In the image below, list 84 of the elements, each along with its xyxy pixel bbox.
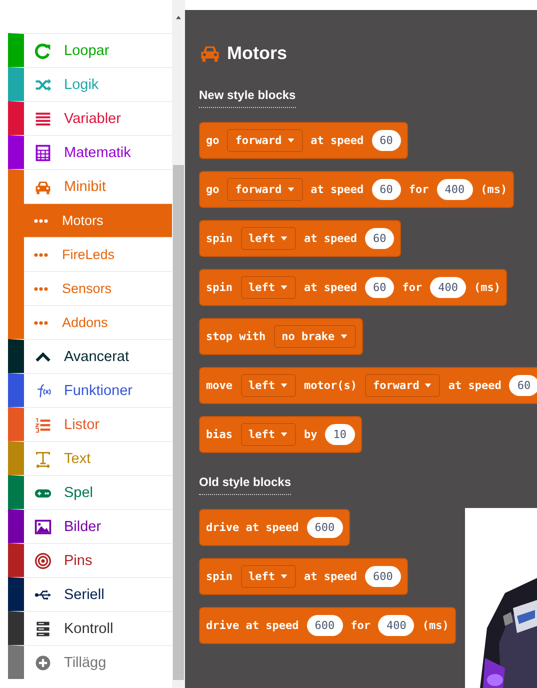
category-item[interactable]: Bilder — [8, 509, 172, 543]
dots-icon — [34, 286, 48, 290]
number-input[interactable]: 600 — [364, 566, 401, 587]
numbered-list-icon — [34, 416, 52, 434]
block-label: at speed — [448, 379, 502, 392]
caret-icon — [424, 383, 432, 388]
block-label: for — [402, 281, 422, 294]
number-input[interactable]: 600 — [306, 517, 343, 538]
block-label: (ms) — [474, 281, 500, 294]
caret-icon — [340, 334, 348, 339]
scroll-up-icon[interactable] — [175, 15, 182, 20]
loop-icon — [34, 42, 52, 60]
dots-icon — [34, 320, 48, 324]
caret-icon — [280, 285, 288, 290]
target-icon — [34, 552, 52, 570]
code-block[interactable]: drive at speed 600 — [199, 509, 350, 546]
code-block[interactable]: bias left by 10 — [199, 416, 362, 453]
number-input[interactable]: 600 — [306, 615, 343, 636]
category-item[interactable]: Pins — [8, 543, 172, 577]
scrollbar-thumb[interactable] — [173, 165, 184, 680]
category-item[interactable]: Funktioner — [8, 373, 172, 407]
number-input[interactable]: 60 — [364, 228, 394, 249]
category-item[interactable]: Seriell — [8, 577, 172, 611]
block-label: bias — [206, 428, 232, 441]
number-input[interactable]: 400 — [436, 179, 473, 200]
category-item[interactable]: Variabler — [8, 101, 172, 135]
block-label: drive at speed — [206, 521, 299, 534]
number-input[interactable]: 60 — [364, 277, 394, 298]
block-label: move — [206, 379, 232, 392]
block-label: by — [304, 428, 318, 441]
text-icon — [34, 450, 52, 468]
block-label: for — [408, 183, 429, 196]
category-item[interactable]: Spel — [8, 475, 172, 509]
caret-icon — [280, 236, 288, 241]
block-label: (ms) — [480, 183, 508, 196]
number-input[interactable]: 400 — [378, 615, 414, 636]
section-label: Old style blocks — [199, 475, 292, 495]
caret-icon — [286, 138, 295, 143]
block-label: spin — [206, 281, 232, 294]
block-label: spin — [206, 232, 232, 245]
block-label: stop with — [206, 330, 266, 343]
block-label: spin — [206, 570, 232, 583]
list-lines-icon — [34, 110, 52, 128]
caret-icon — [280, 574, 288, 579]
block-label: at speed — [304, 232, 357, 245]
caret-icon — [280, 383, 288, 388]
code-block[interactable]: drive at speed 600 for 400 (ms) — [199, 607, 456, 644]
image-icon — [34, 518, 52, 536]
block-label: drive at speed — [206, 619, 299, 632]
code-block[interactable]: spin left at speed 60 — [199, 220, 402, 257]
dots-icon — [34, 218, 48, 222]
block-label: go — [206, 183, 220, 196]
block-label: (ms) — [422, 619, 449, 632]
section-label: New style blocks — [199, 88, 296, 108]
plus-circle-icon — [34, 654, 52, 672]
flyout-title: Motors — [227, 42, 287, 64]
scrollbar[interactable] — [172, 0, 185, 688]
block-label: at speed — [304, 281, 357, 294]
category-item[interactable]: Avancerat — [8, 339, 172, 373]
number-input[interactable]: 400 — [430, 277, 466, 298]
code-block[interactable]: move left motor(s) forward at speed 60 — [199, 367, 537, 404]
code-block[interactable]: spin left at speed 60 for 400 (ms) — [199, 269, 508, 306]
block-label: go — [206, 134, 220, 147]
number-input[interactable]: 10 — [325, 424, 354, 445]
number-input[interactable]: 60 — [372, 130, 401, 151]
block-label: at speed — [310, 183, 364, 196]
code-block[interactable]: go forward at speed 60 for 400 (ms) — [199, 171, 514, 208]
category-item[interactable]: Matematik — [8, 135, 172, 169]
category-item[interactable]: Kontroll — [8, 611, 172, 645]
caret-icon — [280, 432, 288, 437]
server-icon — [34, 620, 52, 638]
block-label: at speed — [310, 134, 364, 147]
caret-icon — [286, 187, 295, 192]
category-item[interactable]: Tillägg — [8, 645, 172, 679]
block-label: motor(s) — [304, 379, 357, 392]
calculator-icon — [34, 144, 52, 162]
number-input[interactable]: 60 — [372, 179, 401, 200]
block-label: for — [350, 619, 370, 632]
code-block[interactable]: spin left at speed 600 — [199, 558, 408, 595]
category-item[interactable]: Listor — [8, 407, 172, 441]
block-label: at speed — [304, 570, 357, 583]
dots-icon — [34, 252, 48, 256]
number-input[interactable]: 60 — [509, 375, 537, 396]
code-block[interactable]: go forward at speed 60 — [199, 122, 408, 159]
